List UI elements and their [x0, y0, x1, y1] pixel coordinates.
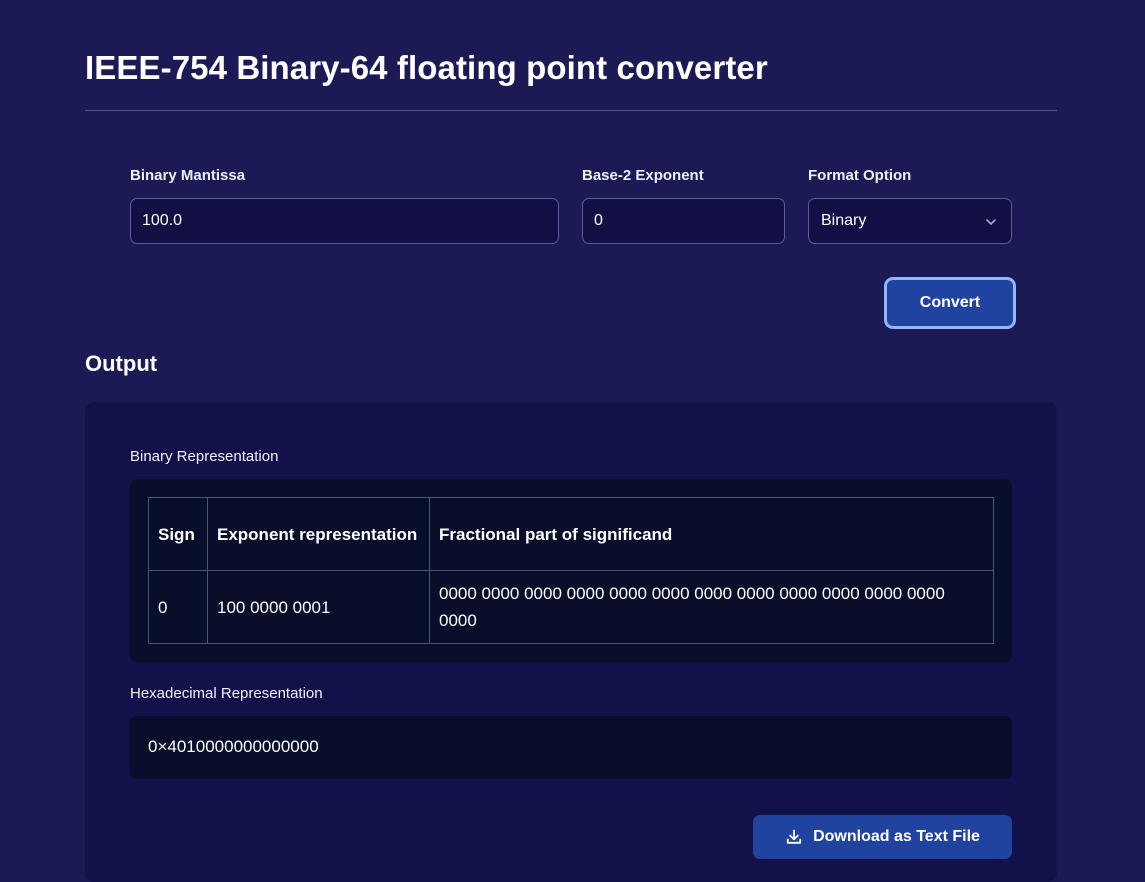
sign-header: Sign — [148, 497, 208, 571]
output-heading: Output — [85, 351, 158, 376]
download-button-label: Download as Text File — [813, 828, 980, 845]
fraction-header: Fractional part of significand — [429, 497, 994, 571]
exponent-cell: 100 0000 0001 — [207, 570, 430, 644]
download-icon — [786, 829, 802, 844]
mantissa-label: Binary Mantissa — [130, 167, 246, 184]
table-row: 0 100 0000 0001 0000 0000 0000 0000 0000… — [148, 570, 994, 644]
binary-representation-label: Binary Representation — [130, 448, 279, 465]
sign-cell: 0 — [148, 570, 208, 644]
title-divider — [85, 110, 1057, 111]
format-select[interactable]: Binary — [808, 198, 1012, 244]
format-select-value: Binary — [821, 212, 867, 229]
download-button[interactable]: Download as Text File — [753, 815, 1012, 859]
hex-value: 0×4010000000000000 — [148, 737, 319, 756]
exponent-header: Exponent representation — [207, 497, 430, 571]
convert-button[interactable]: Convert — [884, 277, 1016, 329]
exponent-label: Base-2 Exponent — [582, 167, 704, 184]
fraction-cell: 0000 0000 0000 0000 0000 0000 0000 0000 … — [429, 570, 994, 644]
mantissa-input[interactable] — [130, 198, 559, 244]
exponent-input[interactable] — [582, 198, 785, 244]
hex-representation-box: 0×4010000000000000 — [130, 716, 1012, 779]
hex-representation-label: Hexadecimal Representation — [130, 685, 323, 702]
page-title: IEEE-754 Binary-64 floating point conver… — [85, 49, 768, 86]
chevron-down-icon — [986, 219, 996, 225]
format-label: Format Option — [808, 167, 912, 184]
table-header-row: Sign Exponent representation Fractional … — [148, 497, 994, 571]
binary-representation-table: Sign Exponent representation Fractional … — [148, 497, 994, 644]
